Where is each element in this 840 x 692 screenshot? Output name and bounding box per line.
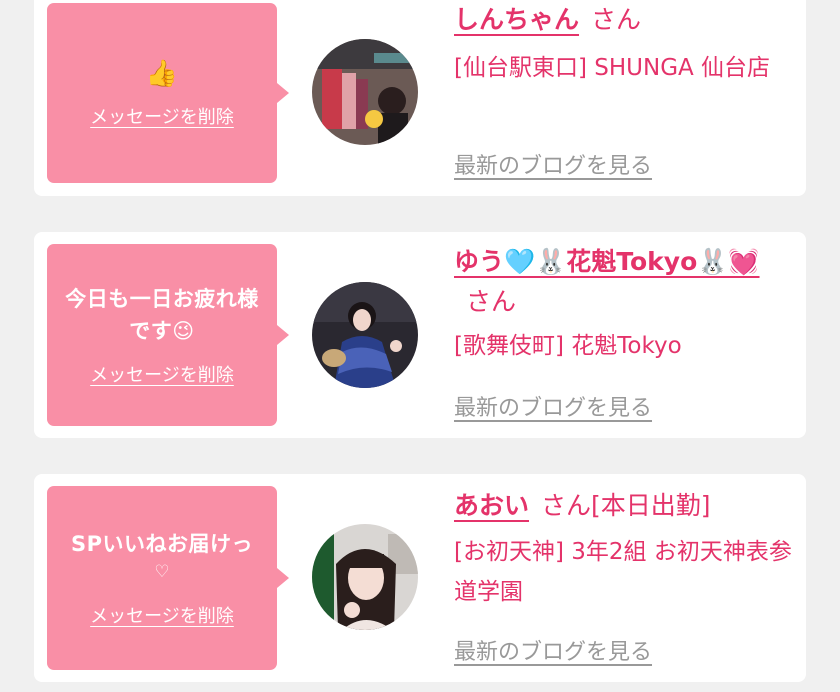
user-name-link[interactable]: ゆう🩵🐰花魁Tokyo🐰💓	[454, 247, 760, 276]
heart-symbol: ♡	[154, 562, 170, 582]
name-line: あおい さん[本日出勤]	[454, 486, 794, 526]
avatar-photo	[312, 39, 418, 145]
list-item: 今日も一日お疲れ様です😉 メッセージを削除 ゆう🩵🐰花魁Tokyo🐰💓 さん [歌…	[34, 232, 806, 438]
name-line: ゆう🩵🐰花魁Tokyo🐰💓 さん	[454, 242, 794, 322]
honorific: さん	[591, 5, 642, 34]
user-info: あおい さん[本日出勤] [お初天神] 3年2組 お初天神表参道学園	[454, 486, 794, 612]
avatar-photo	[312, 524, 418, 630]
message-list: 👍 メッセージを削除 しんちゃん さん [仙台駅東口] SHUNGA 仙台店 最新…	[0, 0, 840, 692]
latest-blog-link[interactable]: 最新のブログを見る	[454, 390, 652, 422]
latest-blog-link[interactable]: 最新のブログを見る	[454, 148, 652, 180]
message-text: 今日も一日お疲れ様です😉	[65, 287, 259, 343]
thumbs-up-emoji: 👍	[145, 59, 179, 89]
delete-message-link[interactable]: メッセージを削除	[90, 361, 234, 387]
list-item: 👍 メッセージを削除 しんちゃん さん [仙台駅東口] SHUNGA 仙台店 最新…	[34, 0, 806, 196]
message-text: SPいいねお届けっ	[70, 532, 253, 556]
message-bubble: 👍 メッセージを削除	[47, 3, 289, 183]
shop-name: [お初天神] 3年2組 お初天神表参道学園	[454, 539, 792, 605]
user-info: しんちゃん さん [仙台駅東口] SHUNGA 仙台店	[454, 0, 794, 88]
latest-blog-link[interactable]: 最新のブログを見る	[454, 634, 652, 666]
avatar-photo	[312, 282, 418, 388]
delete-message-link[interactable]: メッセージを削除	[90, 602, 234, 628]
message-bubble: 今日も一日お疲れ様です😉 メッセージを削除	[47, 244, 289, 426]
shop-name: [仙台駅東口] SHUNGA 仙台店	[454, 55, 771, 81]
user-info: ゆう🩵🐰花魁Tokyo🐰💓 さん [歌舞伎町] 花魁Tokyo	[454, 242, 794, 366]
honorific: さん	[541, 491, 592, 520]
avatar[interactable]	[312, 524, 418, 630]
user-name-link[interactable]: しんちゃん	[454, 5, 579, 34]
message-bubble: SPいいねお届けっ ♡ メッセージを削除	[47, 486, 289, 670]
avatar[interactable]	[312, 282, 418, 388]
list-item: SPいいねお届けっ ♡ メッセージを削除 あおい さん[本日出勤] [お初天神] …	[34, 474, 806, 682]
shop-name: [歌舞伎町] 花魁Tokyo	[454, 333, 682, 359]
delete-message-link[interactable]: メッセージを削除	[90, 103, 234, 129]
user-name-link[interactable]: あおい	[454, 491, 529, 520]
honorific: さん	[466, 287, 517, 316]
avatar[interactable]	[312, 39, 418, 145]
work-status: [本日出勤]	[591, 491, 711, 520]
name-line: しんちゃん さん	[454, 0, 794, 40]
